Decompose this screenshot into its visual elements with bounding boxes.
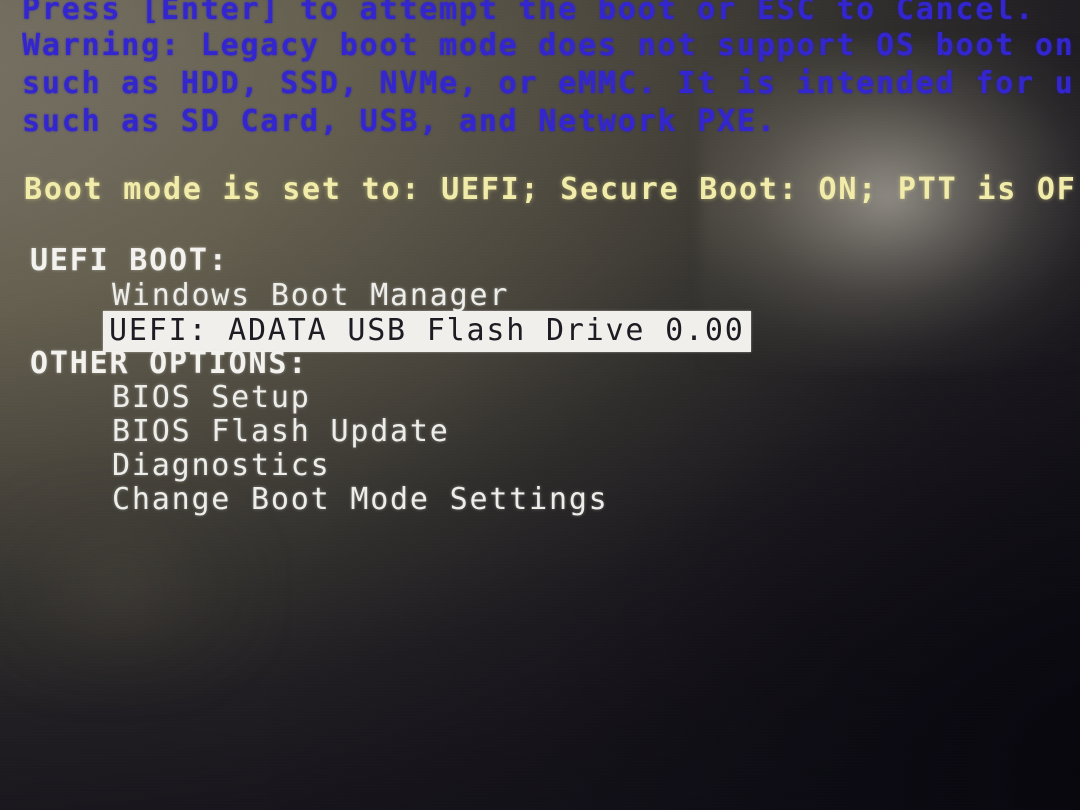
- other-option-bios-flash-update[interactable]: BIOS Flash Update: [112, 414, 450, 449]
- boot-menu-screen: Press [Enter] to attempt the boot or ESC…: [0, 0, 1080, 810]
- warning-line-storage-devices: such as HDD, SSD, NVMe, or eMMC. It is i…: [22, 66, 1075, 101]
- other-option-change-boot-mode-settings[interactable]: Change Boot Mode Settings: [112, 482, 609, 517]
- group-header-other-options: OTHER OPTIONS:: [30, 346, 309, 381]
- boot-option-windows-boot-manager[interactable]: Windows Boot Manager: [112, 278, 509, 313]
- group-header-uefi-boot: UEFI BOOT:: [30, 243, 229, 278]
- boot-mode-status-line: Boot mode is set to: UEFI; Secure Boot: …: [24, 172, 1077, 207]
- warning-line-legacy-boot: Warning: Legacy boot mode does not suppo…: [22, 28, 1075, 63]
- other-option-diagnostics[interactable]: Diagnostics: [112, 448, 330, 483]
- other-option-bios-setup[interactable]: BIOS Setup: [112, 380, 311, 415]
- warning-line-removable-devices: such as SD Card, USB, and Network PXE.: [22, 104, 777, 139]
- boot-menu-text-layer: Press [Enter] to attempt the boot or ESC…: [0, 0, 1080, 810]
- warning-line-press-enter: Press [Enter] to attempt the boot or ESC…: [22, 0, 1035, 27]
